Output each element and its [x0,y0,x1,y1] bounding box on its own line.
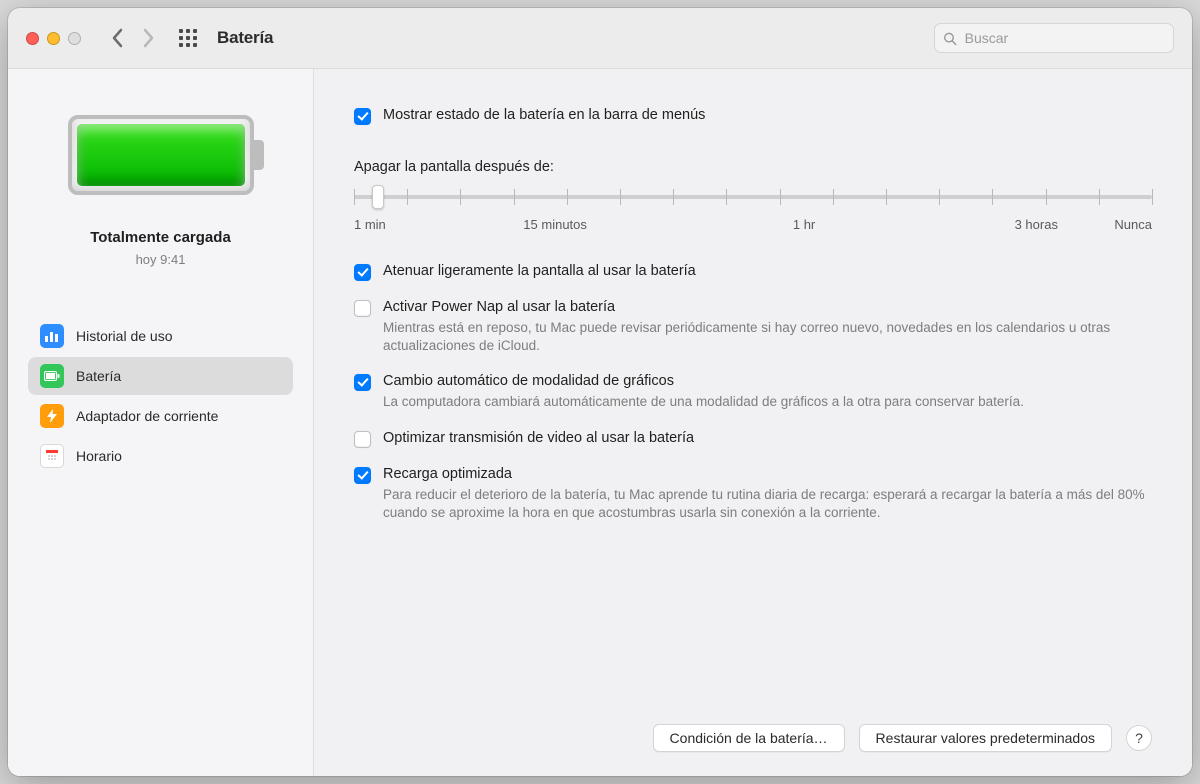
option-auto-gpu: Cambio automático de modalidad de gráfic… [354,373,1152,411]
checkbox-dim-display[interactable] [354,264,371,281]
battery-health-button[interactable]: Condición de la batería… [653,724,845,752]
slider-labels: 1 min 15 minutos 1 hr 3 horas Nunca [354,217,1152,235]
option-show-in-menubar: Mostrar estado de la batería en la barra… [354,107,1152,125]
checkbox-show-in-menubar[interactable] [354,108,371,125]
display-off-heading: Apagar la pantalla después de: [354,159,1152,175]
minimize-button[interactable] [47,32,60,45]
search-input[interactable] [963,29,1165,47]
window-title: Batería [217,28,273,48]
back-button[interactable] [111,28,124,48]
sidebar-item-schedule[interactable]: Horario [28,437,293,475]
display-off-slider[interactable] [354,187,1152,207]
sidebar-item-label: Adaptador de corriente [76,408,218,424]
battery-large-icon [68,115,254,195]
sidebar-item-history[interactable]: Historial de uso [28,317,293,355]
option-dim-display: Atenuar ligeramente la pantalla al usar … [354,263,1152,281]
option-description: Para reducir el deterioro de la batería,… [383,486,1152,522]
slider-tick-label: 1 min [354,217,386,232]
sidebar-item-label: Historial de uso [76,328,173,344]
battery-status-text: Totalmente cargada [90,229,231,246]
restore-defaults-button[interactable]: Restaurar valores predeterminados [859,724,1112,752]
checkbox-auto-gpu[interactable] [354,374,371,391]
slider-knob[interactable] [372,185,384,209]
option-optimized-charging: Recarga optimizada Para reducir el deter… [354,466,1152,522]
sidebar-item-label: Batería [76,368,121,384]
slider-tick-label: 1 hr [793,217,815,232]
option-label: Optimizar transmisión de video al usar l… [383,430,694,448]
option-label: Cambio automático de modalidad de gráfic… [383,373,1024,389]
window-controls [26,32,81,45]
sidebar-nav: Historial de uso Batería Adaptador de co… [28,317,293,475]
maximize-button[interactable] [68,32,81,45]
sidebar-item-label: Horario [76,448,122,464]
option-power-nap: Activar Power Nap al usar la batería Mie… [354,299,1152,355]
checkbox-optimized-charging[interactable] [354,467,371,484]
battery-timestamp: hoy 9:41 [136,252,186,267]
search-icon [943,31,957,46]
sidebar: Totalmente cargada hoy 9:41 Historial de… [8,69,314,776]
battery-preferences-window: Batería Totalmente cargada hoy 9:41 Hist… [8,8,1192,776]
sidebar-item-battery[interactable]: Batería [28,357,293,395]
option-optimize-video: Optimizar transmisión de video al usar l… [354,430,1152,448]
main-panel: Mostrar estado de la batería en la barra… [314,69,1192,776]
option-description: La computadora cambiará automáticamente … [383,393,1024,411]
calendar-icon [40,444,64,468]
history-icon [40,324,64,348]
search-field[interactable] [934,23,1174,53]
forward-button[interactable] [142,28,155,48]
checkbox-power-nap[interactable] [354,300,371,317]
bolt-icon [40,404,64,428]
option-label: Mostrar estado de la batería en la barra… [383,107,705,125]
slider-tick-label: 15 minutos [523,217,587,232]
apps-grid-button[interactable] [179,29,197,47]
battery-icon [40,364,64,388]
sidebar-item-adapter[interactable]: Adaptador de corriente [28,397,293,435]
slider-tick-label: 3 horas [1015,217,1058,232]
option-label: Recarga optimizada [383,466,1152,482]
help-button[interactable]: ? [1126,725,1152,751]
checkbox-optimize-video[interactable] [354,431,371,448]
option-description: Mientras está en reposo, tu Mac puede re… [383,319,1152,355]
option-label: Atenuar ligeramente la pantalla al usar … [383,263,696,281]
slider-tick-label: Nunca [1114,217,1152,232]
close-button[interactable] [26,32,39,45]
toolbar: Batería [8,8,1192,68]
option-label: Activar Power Nap al usar la batería [383,299,1152,315]
